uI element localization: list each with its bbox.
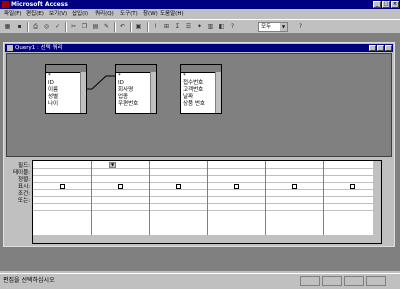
field-dropdown-chevron-icon[interactable]: ▼ [109,162,116,168]
show-table-icon[interactable]: ⊞ [162,22,171,31]
field-list-scrollbar[interactable] [150,72,156,113]
chevron-down-icon[interactable]: ▼ [280,23,287,31]
menu-tools[interactable]: 도구(T) [120,9,138,19]
design-grid-pane: 필드: 테이블: 정렬: 표시: 조건: 또는: ▼ [6,159,392,246]
grid-row-label-or: 또는: [18,198,30,204]
menu-file[interactable]: 파일(F) [4,9,22,19]
query-window-titlebar: Query1 : 선택 쿼리 [5,44,393,52]
undo-icon[interactable]: ↶ [118,22,127,31]
menu-view[interactable]: 보기(V) [49,9,67,19]
show-checkbox[interactable] [60,184,65,189]
show-checkbox[interactable] [292,184,297,189]
field-list-table-3[interactable]: * 접수번호 고객번호 날짜 상품 번호 [180,64,222,114]
field-list-table-2[interactable]: * ID 회사명 업종 우편번호 [115,64,157,114]
close-button[interactable]: × [391,1,399,8]
totals-icon[interactable]: Σ [173,22,182,31]
status-pane [300,276,320,286]
view-icon[interactable]: ▦ [3,22,12,31]
query-type-icon[interactable]: ▣ [134,22,143,31]
query-window-title: Query1 : 선택 쿼리 [15,45,63,51]
field-list-table-1[interactable]: * ID 이름 성별 나이 [45,64,87,114]
show-checkbox[interactable] [118,184,123,189]
menu-query[interactable]: 쿼리(Q) [95,9,114,19]
grid-horizontal-scrollbar[interactable] [33,235,381,243]
spelling-icon[interactable]: ✓ [53,22,62,31]
show-checkbox[interactable] [350,184,355,189]
paste-icon[interactable]: ▤ [91,22,100,31]
menu-window[interactable]: 창(W) [143,9,158,19]
minimize-button[interactable]: _ [373,1,381,8]
status-text: 편집을 선택하십시오 [3,277,55,284]
title-bar: Microsoft Access _ □ × [0,0,400,9]
save-icon[interactable]: ▪ [15,22,24,31]
access-key-icon [2,1,9,8]
status-bar: 편집을 선택하십시오 [0,273,400,289]
show-checkbox[interactable] [234,184,239,189]
query-design-window: Query1 : 선택 쿼리 * ID 이름 성별 나이 * ID 회사명 업종 [3,42,395,247]
query-minimize-button[interactable] [369,44,376,51]
build-icon[interactable]: ✦ [195,22,204,31]
top-values-combo[interactable]: 모두 ▼ [258,22,288,32]
run-icon[interactable]: ! [151,22,160,31]
grid-vertical-scrollbar[interactable] [373,161,381,243]
show-checkbox[interactable] [176,184,181,189]
field-list-scrollbar[interactable] [215,72,221,113]
copy-icon[interactable]: ❐ [80,22,89,31]
table-pane: * ID 이름 성별 나이 * ID 회사명 업종 우편번호 * 접수번호 고객 [6,53,392,157]
status-pane [344,276,364,286]
database-window-icon[interactable]: ▥ [206,22,215,31]
office-assistant-icon[interactable]: ? [228,22,237,31]
query-maximize-button[interactable] [377,44,384,51]
menu-insert[interactable]: 삽입(I) [72,9,88,19]
properties-icon[interactable]: ☰ [184,22,193,31]
access-window: Microsoft Access _ □ × 파일(F) 편집(E) 보기(V)… [0,0,400,289]
status-pane [366,276,386,286]
query-design-grid[interactable]: ▼ [32,160,382,244]
menu-help[interactable]: 도움말(H) [160,9,184,19]
menu-bar: 파일(F) 편집(E) 보기(V) 삽입(I) 쿼리(Q) 도구(T) 창(W)… [0,9,400,19]
menu-edit[interactable]: 편집(E) [26,9,44,19]
query-close-button[interactable] [385,44,392,51]
help-icon[interactable]: ? [296,22,305,31]
format-painter-icon[interactable]: ✎ [102,22,111,31]
cut-icon[interactable]: ✂ [69,22,78,31]
app-title: Microsoft Access [11,1,68,8]
status-pane [322,276,342,286]
preview-icon[interactable]: ◎ [42,22,51,31]
toolbar: ▦ ▪ ⎙ ◎ ✓ ✂ ❐ ▤ ✎ ↶ ▣ ! ⊞ Σ ☰ ✦ ▥ ◧ ? 모두… [0,19,400,34]
query-icon [7,45,13,51]
relationship-line [86,75,115,90]
new-object-icon[interactable]: ◧ [217,22,226,31]
print-icon[interactable]: ⎙ [31,22,40,31]
maximize-button[interactable]: □ [382,1,390,8]
